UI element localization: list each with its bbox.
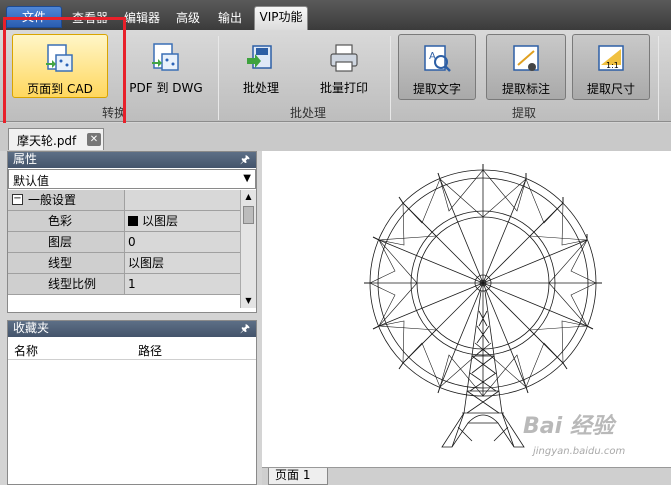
extract-dims-icon — [513, 45, 539, 71]
page-tab[interactable]: 页面 1 — [268, 468, 328, 485]
svg-text:1:1: 1:1 — [606, 61, 619, 70]
scroll-thumb[interactable] — [243, 206, 254, 224]
properties-header: 属性 🖈 — [8, 152, 256, 168]
property-scrollbar[interactable]: ▲ ▼ — [240, 190, 256, 308]
document-tab[interactable]: 摩天轮.pdf ✕ — [8, 128, 104, 150]
watermark-sub: jingyan.baidu.com — [533, 446, 626, 457]
favorites-title: 收藏夹 — [13, 321, 50, 335]
batch-process-button[interactable]: 批处理 — [222, 34, 300, 98]
property-row[interactable]: 线型 以图层 — [8, 253, 240, 274]
extract-size-button[interactable]: 1:1 提取尺寸 — [572, 34, 650, 100]
property-section[interactable]: − 一般设置 — [8, 190, 240, 211]
group-divider — [658, 36, 659, 120]
column-header-path[interactable]: 路径 — [138, 342, 162, 359]
property-key: 线型 — [48, 256, 73, 270]
property-row[interactable]: 线型比例 1 — [8, 274, 240, 295]
batch-process-label: 批处理 — [242, 81, 279, 95]
scroll-down-icon[interactable]: ▼ — [241, 294, 256, 308]
pin-icon[interactable]: 🖈 — [240, 152, 250, 167]
color-swatch — [128, 216, 138, 226]
pin-icon[interactable]: 🖈 — [240, 321, 250, 336]
extract-dims-button[interactable]: 提取标注 — [486, 34, 566, 100]
menu-tab-advanced[interactable]: 高级 — [170, 8, 206, 30]
property-row[interactable]: 色彩 以图层 — [8, 211, 240, 232]
group-divider — [218, 36, 219, 120]
properties-dropdown-value: 默认值 — [13, 174, 50, 188]
watermark-logo: Bai 经验 jingyan.baidu.com — [523, 408, 643, 464]
group-divider — [390, 36, 391, 120]
batch-print-label: 批量打印 — [319, 81, 368, 95]
extract-text-icon: A — [424, 45, 451, 72]
property-value[interactable]: 以图层 — [124, 253, 240, 273]
pdf-to-dwg-button[interactable]: PDF 到 DWG — [118, 34, 214, 98]
property-row[interactable]: 图层 0 — [8, 232, 240, 253]
properties-panel: 属性 🖈 默认值 ▼ − 一般设置 色彩 以图层 图层 0 线型 以图层 线型比… — [7, 151, 257, 313]
extract-dims-label: 提取标注 — [501, 82, 550, 96]
property-section-value — [124, 190, 240, 210]
scroll-up-icon[interactable]: ▲ — [241, 190, 256, 204]
property-key: 图层 — [48, 235, 73, 249]
annotation-highlight-box — [3, 17, 126, 127]
batch-print-button[interactable]: 批量打印 — [304, 34, 384, 98]
pdf-to-dwg-icon — [152, 43, 179, 71]
property-value[interactable]: 以图层 — [124, 211, 240, 231]
extract-size-icon: 1:1 — [598, 45, 624, 71]
column-header-name[interactable]: 名称 — [14, 342, 38, 359]
batch-group-label: 批处理 — [290, 106, 327, 120]
property-value[interactable]: 0 — [124, 232, 240, 252]
property-value[interactable]: 1 — [124, 274, 240, 294]
favorites-columns: 名称 路径 — [8, 338, 256, 360]
property-section-label: 一般设置 — [28, 193, 77, 207]
extract-group-label: 提取 — [512, 106, 537, 120]
property-key: 色彩 — [48, 214, 73, 228]
property-value-text: 以图层 — [142, 214, 179, 228]
favorites-header: 收藏夹 🖈 — [8, 321, 256, 337]
property-grid: − 一般设置 色彩 以图层 图层 0 线型 以图层 线型比例 1 — [8, 190, 240, 295]
extract-size-label: 提取尺寸 — [586, 82, 635, 96]
property-key: 线型比例 — [48, 277, 97, 291]
properties-dropdown[interactable]: 默认值 ▼ — [8, 169, 256, 189]
batch-process-icon — [247, 45, 272, 69]
printer-icon — [330, 44, 358, 72]
watermark-main: Bai 经验 — [523, 414, 614, 439]
properties-title: 属性 — [13, 152, 38, 166]
extract-text-button[interactable]: A 提取文字 — [398, 34, 476, 100]
chevron-down-icon: ▼ — [243, 173, 251, 184]
document-tab-bar: 摩天轮.pdf ✕ — [0, 123, 671, 151]
document-tab-title: 摩天轮.pdf — [17, 134, 77, 148]
menu-tab-output[interactable]: 输出 — [210, 8, 250, 30]
pdf-to-dwg-label: PDF 到 DWG — [129, 81, 203, 95]
extract-text-label: 提取文字 — [412, 82, 461, 96]
close-icon[interactable]: ✕ — [87, 133, 101, 146]
page-tab-bar: 页面 1 — [262, 467, 671, 485]
menu-tab-vip[interactable]: VIP功能 — [254, 6, 308, 30]
favorites-panel: 收藏夹 🖈 名称 路径 — [7, 320, 257, 485]
